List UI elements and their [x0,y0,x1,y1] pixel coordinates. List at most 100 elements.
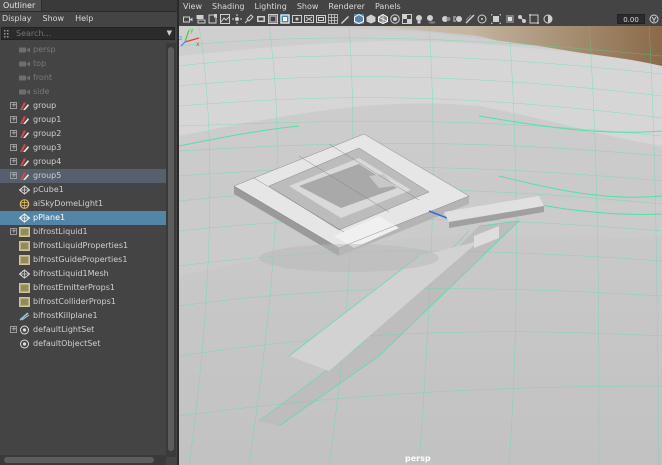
outliner-item-label: group4 [33,157,62,166]
outliner-item-label: group2 [33,129,62,138]
group-icon [19,157,30,167]
outliner-item-defaultobjectset[interactable]: defaultObjectSet [0,337,166,351]
shadows-icon[interactable] [426,14,436,24]
outliner-item-group[interactable]: + group [0,99,166,113]
outliner-item-label: side [33,87,50,96]
menu-show[interactable]: Show [297,0,319,13]
outliner-item-aiskydomelight1[interactable]: aiSkyDomeLight1 [0,197,166,211]
motion-blur-icon[interactable] [453,14,463,24]
outliner-vertical-scrollbar[interactable] [166,43,176,457]
outliner-item-bifrostcolliderprops1[interactable]: bifrostColliderProps1 [0,295,166,309]
outliner-item-label: defaultObjectSet [33,339,101,348]
expand-icon[interactable]: + [10,130,17,137]
camera-icon [19,87,30,97]
outliner-item-bifrostkillplane1[interactable]: bifrostKillplane1 [0,309,166,323]
menu-renderer[interactable]: Renderer [328,0,365,13]
expand-icon[interactable]: + [10,326,17,333]
outliner-item-label: group3 [33,143,62,152]
wireframe-icon[interactable] [354,14,364,24]
bookmark-icon[interactable] [208,14,218,24]
outliner-item-defaultlightset[interactable]: + defaultLightSet [0,323,166,337]
menu-panels[interactable]: Panels [375,0,401,13]
outliner-horizontal-scrollbar[interactable] [0,455,166,465]
safe-action-icon[interactable] [304,14,314,24]
outliner-item-group1[interactable]: + group1 [0,113,166,127]
outliner-item-label: aiSkyDomeLight1 [33,199,104,208]
expand-icon[interactable]: + [10,116,17,123]
film-gate-icon[interactable] [256,14,266,24]
outliner-item-side[interactable]: side [0,85,166,99]
svg-text:x: x [196,41,200,48]
menu-lighting[interactable]: Lighting [254,0,286,13]
outliner-item-group4[interactable]: + group4 [0,155,166,169]
smooth-shade-icon[interactable] [366,14,376,24]
outliner-item-label: bifrostGuideProperties1 [33,255,128,264]
safe-title-icon[interactable] [316,14,326,24]
xray-joints-icon[interactable] [517,14,527,24]
viewport-3d-canvas[interactable]: persp x y z [179,26,662,465]
sun-light-icon[interactable] [232,14,242,24]
textured-icon[interactable] [402,14,412,24]
lock-camera-icon[interactable] [244,14,254,24]
outliner-item-bifrostliquid1[interactable]: + bifrostLiquid1 [0,225,166,239]
expand-icon[interactable]: + [10,144,17,151]
outliner-item-top[interactable]: top [0,57,166,71]
outliner-item-group2[interactable]: + group2 [0,127,166,141]
outliner-item-bifrostemitterprops1[interactable]: bifrostEmitterProps1 [0,281,166,295]
image-plane-icon[interactable] [220,14,230,24]
outliner-item-label: bifrostLiquidProperties1 [33,241,129,250]
anti-aliasing-icon[interactable] [465,14,475,24]
camera-select-icon[interactable] [183,14,193,24]
field-chart-icon[interactable] [292,14,302,24]
outliner-item-group3[interactable]: + group3 [0,141,166,155]
menu-display[interactable]: Display [2,12,32,25]
expand-icon[interactable]: + [10,172,17,179]
gate-mask-icon[interactable] [280,14,290,24]
camera-attributes-icon[interactable] [196,14,206,24]
use-all-lights-icon[interactable] [414,14,424,24]
camera-name-label: persp [405,454,431,463]
ambient-occlusion-icon[interactable] [441,14,451,24]
search-options-icon[interactable] [4,29,12,39]
depth-of-field-icon[interactable] [477,14,487,24]
exposure-icon[interactable] [543,14,553,24]
menu-shading[interactable]: Shading [212,0,245,13]
search-input[interactable] [16,28,156,39]
skydome-icon [19,199,30,209]
expand-icon[interactable]: + [10,228,17,235]
outliner-item-pcube1[interactable]: pCube1 [0,183,166,197]
outliner-item-front[interactable]: front [0,71,166,85]
outliner-item-bifrostliquidproperties1[interactable]: bifrostLiquidProperties1 [0,239,166,253]
outliner-item-label: pPlane1 [33,213,66,222]
outliner-item-label: group5 [33,171,62,180]
outliner-item-label: front [33,73,53,82]
grease-pencil-icon[interactable] [340,14,350,24]
gamma-icon[interactable] [649,14,659,24]
scrollbar-thumb[interactable] [168,47,174,451]
chevron-down-icon[interactable]: ▼ [167,28,172,39]
wireframe-on-shaded-icon[interactable] [378,14,388,24]
camera-icon [19,73,30,83]
outliner-item-bifrostliquid1mesh[interactable]: bifrostLiquid1Mesh [0,267,166,281]
viewport-toolbar: 0.00 [179,13,662,26]
killplane-icon [19,311,30,321]
default-material-icon[interactable] [390,14,400,24]
scrollbar-thumb[interactable] [4,457,154,463]
xray-icon[interactable] [505,14,515,24]
exposure-field[interactable]: 0.00 [617,14,645,24]
expand-icon[interactable]: + [10,158,17,165]
bifrost-props-icon [19,255,30,265]
xray-components-icon[interactable] [529,14,539,24]
outliner-item-group5[interactable]: + group5 [0,169,166,183]
isolate-select-icon[interactable] [491,14,501,24]
outliner-item-bifrostguideproperties1[interactable]: bifrostGuideProperties1 [0,253,166,267]
menu-show[interactable]: Show [43,12,65,25]
resolution-gate-icon[interactable] [268,14,278,24]
outliner-item-persp[interactable]: persp [0,43,166,57]
menu-view[interactable]: View [183,0,202,13]
expand-icon[interactable]: + [10,102,17,109]
menu-help[interactable]: Help [75,12,93,25]
outliner-item-pplane1[interactable]: pPlane1 [0,211,166,225]
tab-outliner[interactable]: Outliner [0,0,42,11]
grid-toggle-icon[interactable] [328,14,338,24]
